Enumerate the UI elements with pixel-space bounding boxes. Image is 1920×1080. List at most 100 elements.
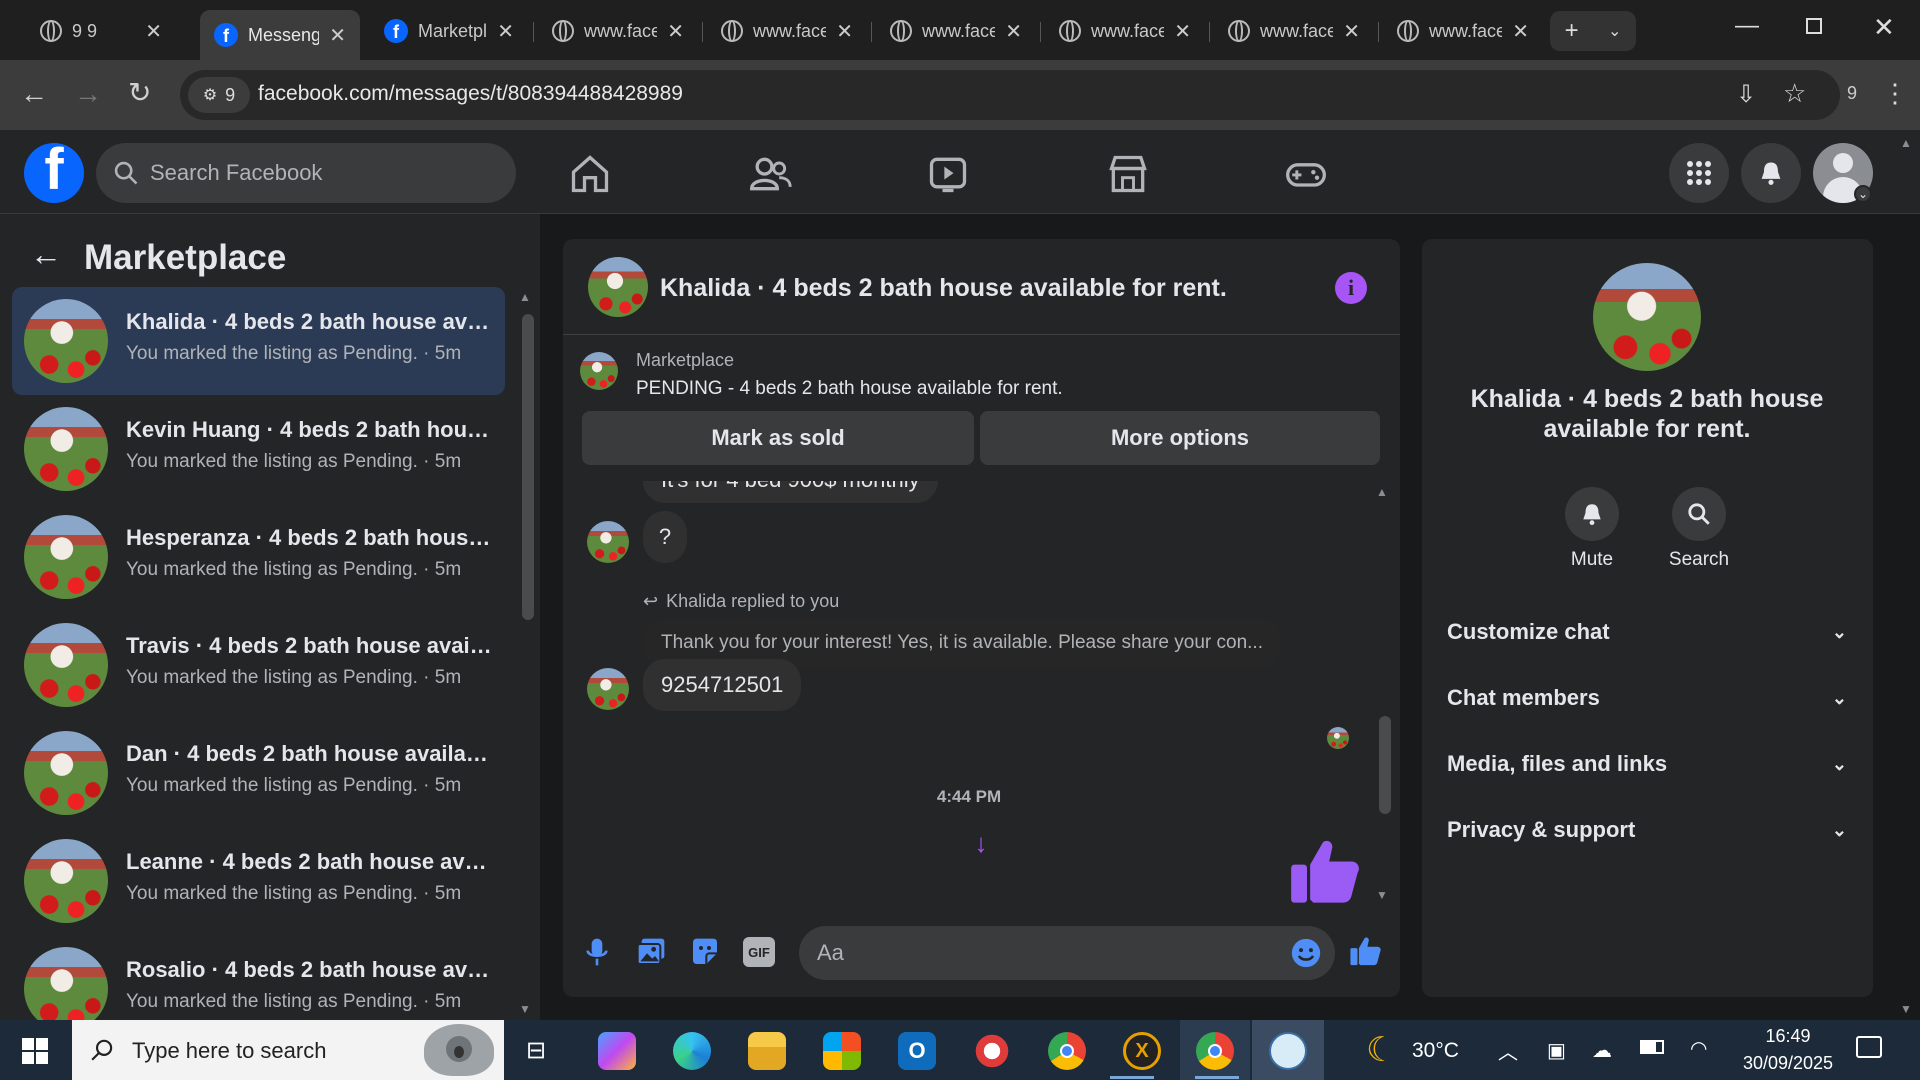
emoji-icon[interactable] [1289, 936, 1323, 970]
taskbar-search-box[interactable]: Type here to search [72, 1020, 504, 1080]
search-conversation-button[interactable] [1672, 487, 1726, 541]
microsoft-store-icon[interactable] [823, 1032, 861, 1070]
back-icon[interactable]: ← [20, 80, 48, 108]
install-app-icon[interactable]: ⇩ [1736, 80, 1756, 109]
close-icon[interactable]: ✕ [836, 19, 853, 44]
scroll-up-icon[interactable]: ▲ [519, 290, 531, 304]
chat-scrollbar[interactable] [1379, 716, 1391, 814]
scroll-to-bottom-icon[interactable]: ↓ [961, 823, 1001, 863]
page-scroll-up-icon[interactable]: ▲ [1900, 136, 1912, 150]
account-chevron-icon[interactable]: ⌄ [1854, 185, 1872, 203]
chrome-profile-icon[interactable] [1196, 1032, 1234, 1070]
browser-tab-active[interactable]: f Messenger ✕ [200, 10, 360, 60]
conversation-item[interactable]: Rosalio · 4 beds 2 bath house available … [12, 935, 505, 1020]
chat-scroll-up-icon[interactable]: ▲ [1376, 485, 1388, 499]
notifications-button[interactable] [1741, 143, 1801, 203]
close-icon[interactable]: ✕ [667, 19, 684, 44]
close-icon[interactable]: ✕ [329, 23, 346, 48]
browser-tab[interactable]: www.facebook ✕ [707, 9, 867, 53]
conversation-item[interactable]: Travis · 4 beds 2 bath house available f… [12, 611, 505, 719]
window-close-icon[interactable]: ✕ [1873, 12, 1895, 43]
conversation-item[interactable]: Khalida · 4 beds 2 bath house available … [12, 287, 505, 395]
file-explorer-icon[interactable] [748, 1032, 786, 1070]
browser-tab[interactable]: 9 9 ✕ [26, 9, 176, 53]
reload-icon[interactable]: ↻ [128, 79, 151, 107]
tray-device-icon[interactable]: ▣ [1547, 1038, 1566, 1063]
edge-icon[interactable] [673, 1032, 711, 1070]
extensions-count[interactable]: 9 [1847, 83, 1857, 104]
message-composer[interactable]: Aa [799, 926, 1335, 980]
conversation-item[interactable]: Leanne · 4 beds 2 bath house available f… [12, 827, 505, 935]
conversation-item[interactable]: Kevin Huang · 4 beds 2 bath house availa… [12, 395, 505, 503]
details-avatar[interactable] [1593, 263, 1701, 371]
close-icon[interactable]: ✕ [497, 19, 514, 44]
snipping-tool-icon[interactable] [973, 1032, 1011, 1070]
privacy-support-section[interactable]: Privacy & support ⌄ [1447, 817, 1847, 843]
site-info-button[interactable]: ⚙ 9 [188, 77, 250, 113]
marketplace-icon[interactable] [1106, 152, 1150, 196]
microphone-icon[interactable] [581, 936, 613, 968]
back-arrow-icon[interactable]: ← [30, 236, 62, 273]
page-scroll-down-icon[interactable]: ▼ [1900, 1002, 1912, 1016]
conversation-item[interactable]: Dan · 4 beds 2 bath house available for … [12, 719, 505, 827]
forward-icon[interactable]: → [74, 80, 102, 108]
conversation-item[interactable]: Hesperanza · 4 beds 2 bath house availab… [12, 503, 505, 611]
close-icon[interactable]: ✕ [1343, 19, 1360, 44]
outlook-icon[interactable]: O [898, 1032, 936, 1070]
new-tab-icon[interactable]: + [1565, 17, 1579, 45]
mute-button[interactable] [1565, 487, 1619, 541]
minimize-icon[interactable]: — [1735, 12, 1759, 40]
browser-menu-icon[interactable]: ⋮ [1882, 78, 1908, 109]
browser-tab[interactable]: www.facebook ✕ [876, 9, 1036, 53]
close-icon[interactable]: ✕ [1512, 19, 1529, 44]
browser-tab[interactable]: www.facebook ✕ [538, 9, 698, 53]
chat-members-section[interactable]: Chat members ⌄ [1447, 685, 1847, 711]
notification-center-icon[interactable] [1856, 1036, 1882, 1058]
browser-tab[interactable]: f Marketplace ✕ [370, 9, 528, 53]
chat-title[interactable]: Khalida · 4 beds 2 bath house available … [660, 274, 1227, 303]
clock-time[interactable]: 16:49 [1738, 1026, 1838, 1047]
onedrive-icon[interactable]: ☁ [1592, 1038, 1612, 1063]
facebook-search-input[interactable]: Search Facebook [96, 143, 516, 203]
browser-tab[interactable]: www.facebook ✕ [1214, 9, 1374, 53]
restore-icon[interactable] [1806, 18, 1822, 34]
browser-tab[interactable]: www.facebook ✕ [1045, 9, 1205, 53]
info-icon[interactable]: i [1335, 272, 1367, 304]
bookmark-star-icon[interactable]: ☆ [1783, 78, 1806, 109]
close-icon[interactable]: ✕ [1005, 19, 1022, 44]
close-icon[interactable]: ✕ [1174, 19, 1191, 44]
menu-grid-button[interactable] [1669, 143, 1729, 203]
more-options-button[interactable]: More options [980, 411, 1380, 465]
xbox-app-icon[interactable]: X [1123, 1032, 1161, 1070]
browser-tab[interactable]: www.facebook ✕ [1383, 9, 1543, 53]
scroll-down-icon[interactable]: ▼ [519, 1002, 531, 1016]
photo-gallery-icon[interactable] [635, 936, 667, 968]
chrome-icon[interactable] [1048, 1032, 1086, 1070]
mark-as-sold-button[interactable]: Mark as sold [582, 411, 974, 465]
sidebar-scrollbar[interactable] [522, 314, 534, 620]
gif-icon[interactable]: GIF [743, 937, 775, 967]
copilot-icon[interactable] [598, 1032, 636, 1070]
close-icon[interactable]: ✕ [145, 19, 162, 44]
chat-scroll-down-icon[interactable]: ▼ [1376, 888, 1388, 902]
windows-start-icon[interactable] [22, 1038, 48, 1064]
tab-search-chevron-icon[interactable]: ⌄ [1608, 21, 1621, 41]
video-icon[interactable] [926, 152, 970, 196]
customize-chat-section[interactable]: Customize chat ⌄ [1447, 619, 1847, 645]
friends-icon[interactable] [748, 152, 792, 196]
sticker-icon[interactable] [689, 936, 721, 968]
url-text[interactable]: facebook.com/messages/t/808394488428989 [258, 82, 683, 106]
home-icon[interactable] [568, 152, 612, 196]
clock-date[interactable]: 30/09/2025 [1728, 1053, 1848, 1074]
battery-icon[interactable] [1640, 1040, 1664, 1054]
weather-text[interactable]: 30°C [1412, 1039, 1459, 1063]
media-files-links-section[interactable]: Media, files and links ⌄ [1447, 751, 1847, 777]
facebook-logo[interactable]: f [24, 143, 84, 203]
tray-chevron-up-icon[interactable]: ︿ [1498, 1036, 1518, 1065]
wifi-icon[interactable]: ◠ [1690, 1036, 1707, 1061]
pinned-app-icon[interactable] [1269, 1032, 1307, 1070]
gaming-icon[interactable] [1284, 152, 1328, 196]
address-bar[interactable]: ⚙ 9 facebook.com/messages/t/808394488428… [180, 70, 1840, 120]
task-view-icon[interactable]: ⊟ [526, 1036, 546, 1065]
like-icon[interactable] [1349, 934, 1383, 968]
